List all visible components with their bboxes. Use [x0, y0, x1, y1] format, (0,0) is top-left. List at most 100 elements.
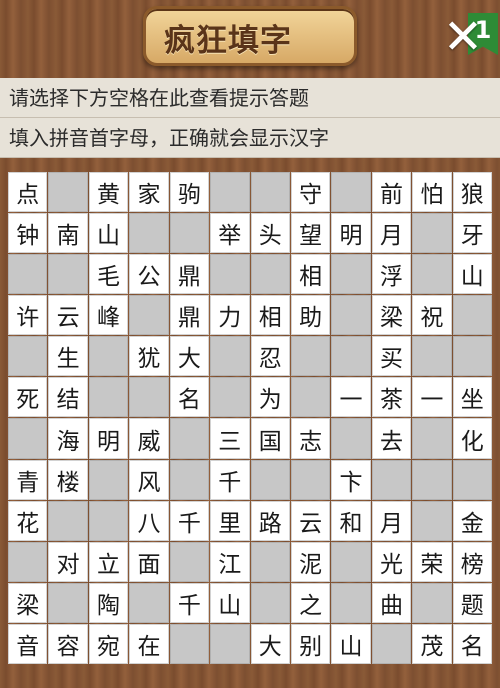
grid-cell-filled: 公 [129, 254, 169, 295]
grid-cell-empty[interactable] [331, 254, 371, 295]
grid-cell-filled: 牙 [452, 213, 492, 254]
grid-cell-filled: 前 [371, 172, 412, 213]
grid-cell-empty[interactable] [250, 582, 290, 623]
grid-cell-empty[interactable] [210, 254, 250, 295]
grid-cell-filled: 云 [48, 295, 88, 336]
grid-cell-empty[interactable] [169, 623, 210, 664]
grid-cell-filled: 对 [48, 541, 88, 582]
grid-cell-filled: 云 [290, 500, 331, 541]
grid-cell-empty[interactable] [88, 336, 129, 377]
grid-cell-filled: 黄 [88, 172, 129, 213]
grid-cell-filled: 名 [169, 377, 210, 418]
grid-cell-empty[interactable] [169, 459, 210, 500]
grid-cell-empty[interactable] [250, 541, 290, 582]
grid-cell-empty[interactable] [290, 377, 331, 418]
grid-cell-empty[interactable] [412, 459, 452, 500]
grid-cell-filled: 曲 [371, 582, 412, 623]
grid-cell-empty[interactable] [88, 377, 129, 418]
grid-cell-empty[interactable] [129, 377, 169, 418]
grid-cell-empty[interactable] [412, 582, 452, 623]
grid-cell-empty[interactable] [250, 172, 290, 213]
grid-cell-filled: 大 [250, 623, 290, 664]
grid-cell-filled: 立 [88, 541, 129, 582]
grid-cell-empty[interactable] [412, 418, 452, 459]
grid-cell-filled: 钟 [8, 213, 48, 254]
grid-cell-filled: 风 [129, 459, 169, 500]
grid-cell-empty[interactable] [331, 541, 371, 582]
grid-cell-empty[interactable] [452, 459, 492, 500]
grid-cell-filled: 狼 [452, 172, 492, 213]
grid-cell-empty[interactable] [169, 418, 210, 459]
grid-cell-empty[interactable] [331, 582, 371, 623]
grid-cell-empty[interactable] [48, 172, 88, 213]
grid-cell-filled: 山 [88, 213, 129, 254]
grid-cell-empty[interactable] [412, 336, 452, 377]
grid-cell-filled: 和 [331, 500, 371, 541]
grid-cell-filled: 陶 [88, 582, 129, 623]
grid-cell-filled: 为 [250, 377, 290, 418]
grid-cell-filled: 面 [129, 541, 169, 582]
grid-cell-filled: 千 [169, 582, 210, 623]
grid-cell-empty[interactable] [331, 295, 371, 336]
grid-cell-filled: 海 [48, 418, 88, 459]
grid-cell-empty[interactable] [48, 500, 88, 541]
grid-cell-empty[interactable] [250, 459, 290, 500]
grid-cell-filled: 家 [129, 172, 169, 213]
grid-cell-filled: 许 [8, 295, 48, 336]
grid-cell-empty[interactable] [331, 172, 371, 213]
grid-cell-empty[interactable] [412, 213, 452, 254]
grid-cell-empty[interactable] [210, 623, 250, 664]
close-button[interactable]: ✕ [440, 13, 486, 61]
grid-cell-empty[interactable] [8, 336, 48, 377]
grid-cell-filled: 峰 [88, 295, 129, 336]
grid-cell-filled: 头 [250, 213, 290, 254]
grid-cell-filled: 一 [331, 377, 371, 418]
grid-cell-filled: 名 [452, 623, 492, 664]
grid-cell-filled: 犹 [129, 336, 169, 377]
grid-cell-filled: 泥 [290, 541, 331, 582]
grid-cell-filled: 志 [290, 418, 331, 459]
grid-cell-empty[interactable] [210, 172, 250, 213]
grid-cell-filled: 千 [210, 459, 250, 500]
grid-cell-empty[interactable] [8, 541, 48, 582]
grid-cell-empty[interactable] [290, 336, 331, 377]
grid-cell-empty[interactable] [331, 418, 371, 459]
grid-cell-empty[interactable] [331, 336, 371, 377]
grid-cell-empty[interactable] [210, 377, 250, 418]
grid-cell-filled: 路 [250, 500, 290, 541]
grid-cell-filled: 大 [169, 336, 210, 377]
grid-cell-empty[interactable] [88, 500, 129, 541]
grid-cell-empty[interactable] [48, 254, 88, 295]
grid-cell-empty[interactable] [210, 336, 250, 377]
grid-cell-empty[interactable] [452, 336, 492, 377]
grid-cell-filled: 望 [290, 213, 331, 254]
grid-cell-filled: 鼎 [169, 254, 210, 295]
grid-cell-empty[interactable] [371, 459, 412, 500]
grid-cell-empty[interactable] [169, 541, 210, 582]
grid-cell-filled: 结 [48, 377, 88, 418]
grid-cell-empty[interactable] [452, 295, 492, 336]
grid-cell-empty[interactable] [88, 459, 129, 500]
grid-cell-empty[interactable] [8, 254, 48, 295]
grid-cell-empty[interactable] [412, 254, 452, 295]
grid-cell-empty[interactable] [290, 459, 331, 500]
grid-cell-empty[interactable] [169, 213, 210, 254]
grid-cell-empty[interactable] [129, 295, 169, 336]
grid-cell-filled: 榜 [452, 541, 492, 582]
grid-cell-filled: 毛 [88, 254, 129, 295]
grid-cell-empty[interactable] [8, 418, 48, 459]
grid-cell-filled: 明 [88, 418, 129, 459]
grid-cell-empty[interactable] [250, 254, 290, 295]
grid-cell-filled: 千 [169, 500, 210, 541]
grid-cell-filled: 怕 [412, 172, 452, 213]
grid-cell-filled: 八 [129, 500, 169, 541]
grid-cell-empty[interactable] [371, 623, 412, 664]
grid-cell-filled: 金 [452, 500, 492, 541]
grid-cell-filled: 国 [250, 418, 290, 459]
grid-cell-empty[interactable] [412, 500, 452, 541]
grid-cell-empty[interactable] [48, 582, 88, 623]
grid-cell-filled: 茶 [371, 377, 412, 418]
grid-cell-empty[interactable] [129, 582, 169, 623]
grid-cell-filled: 明 [331, 213, 371, 254]
grid-cell-empty[interactable] [129, 213, 169, 254]
